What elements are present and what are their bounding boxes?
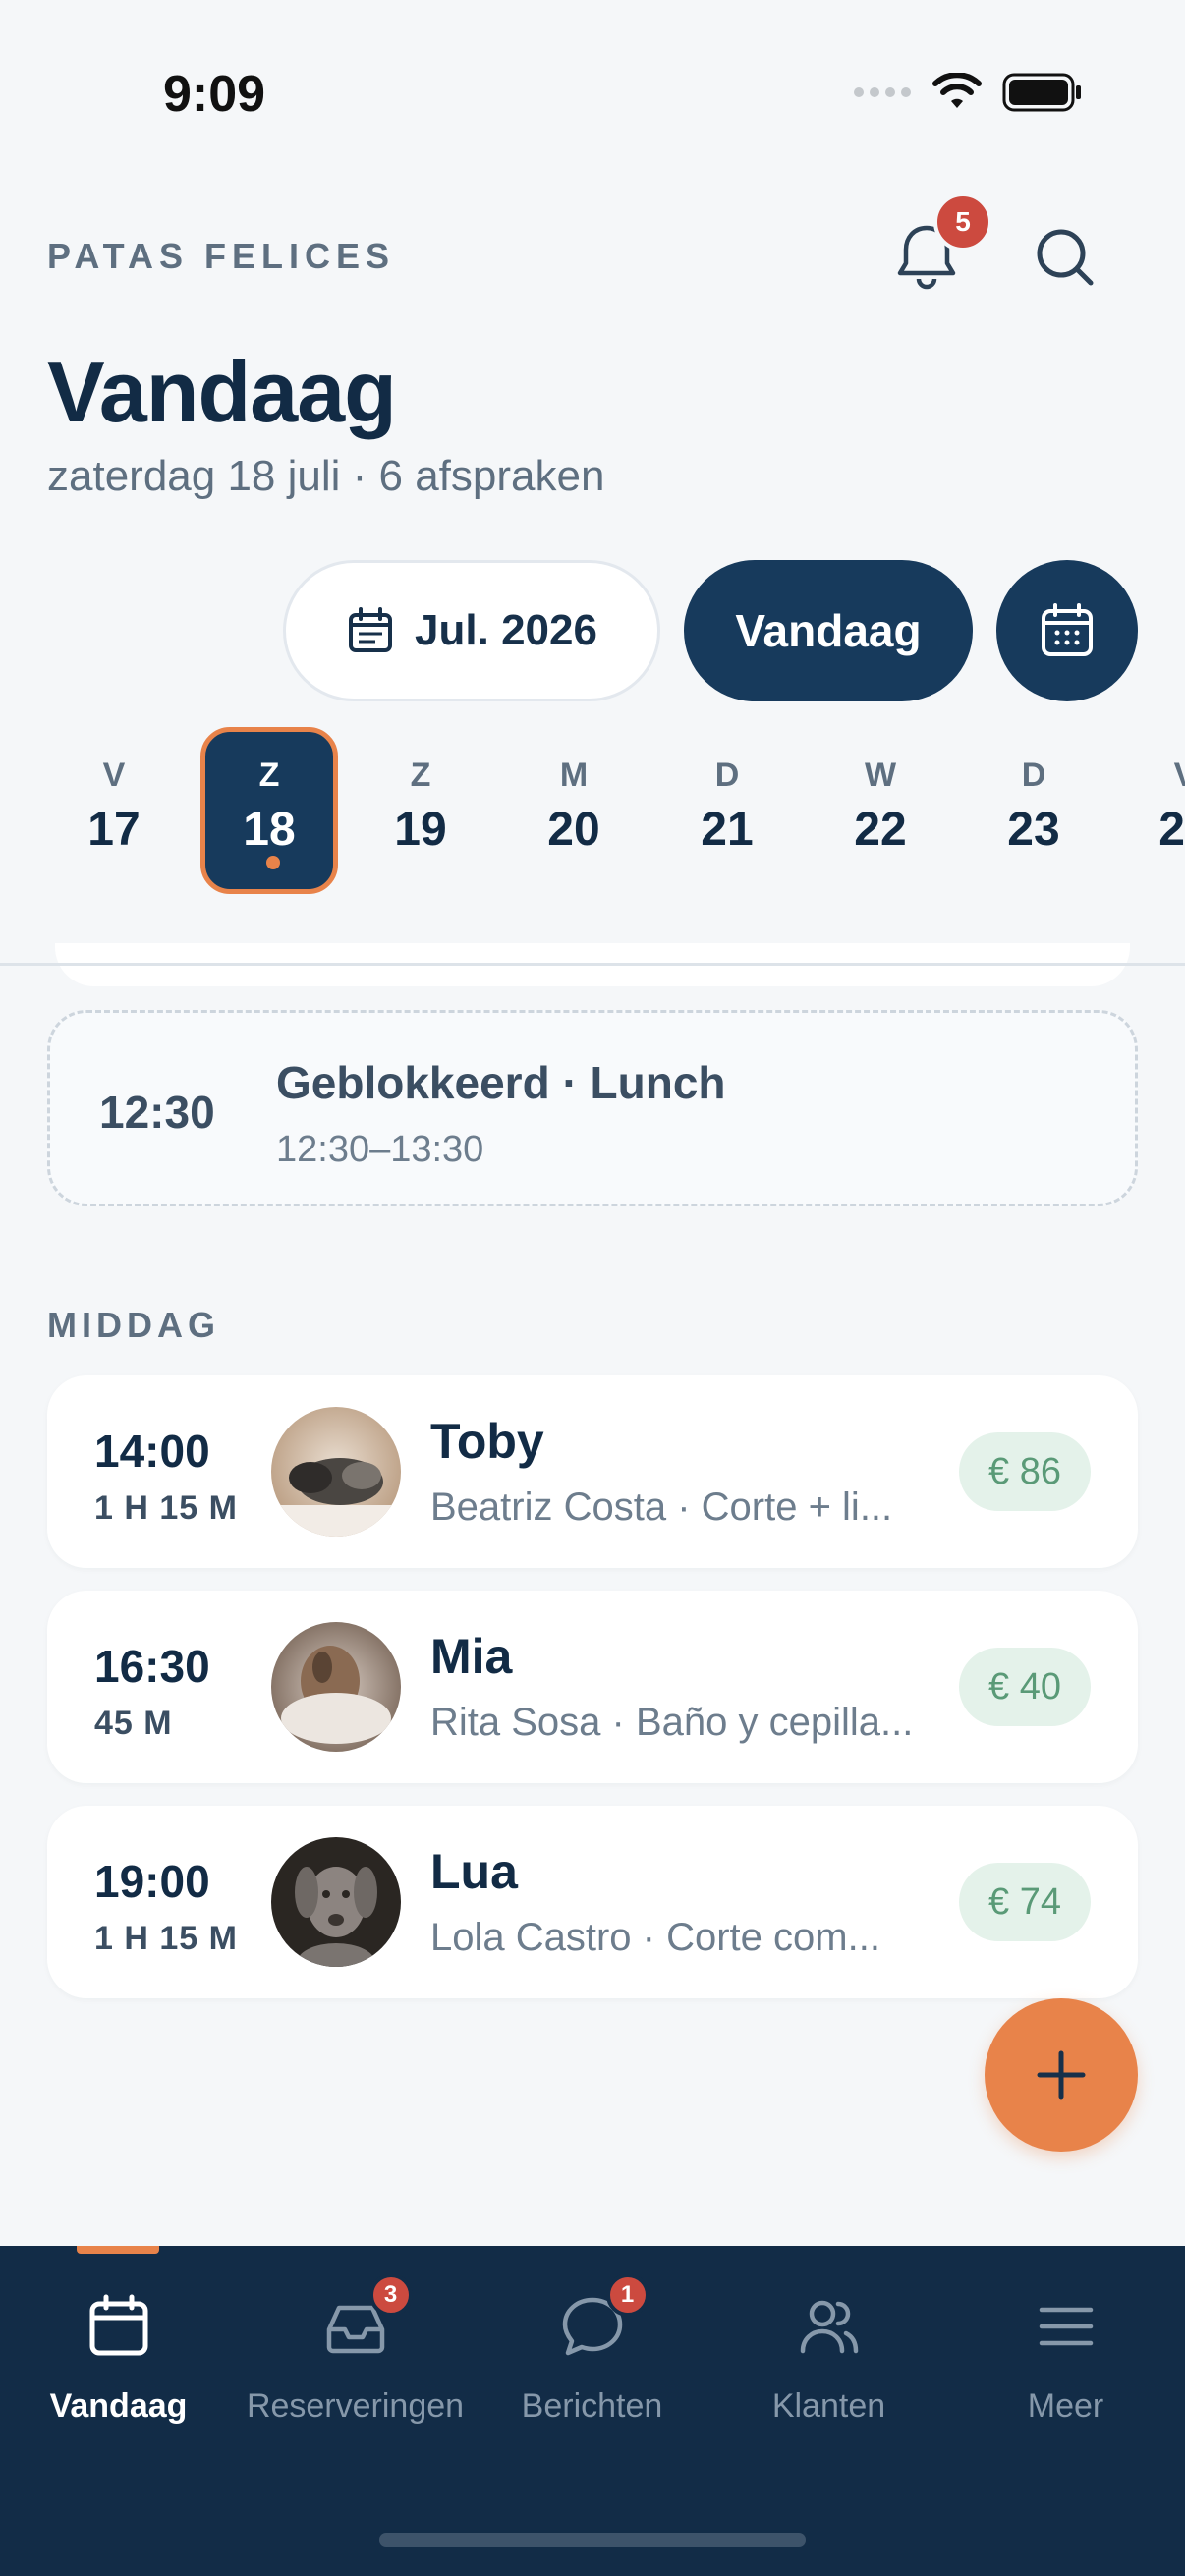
tab-label: Vandaag [49, 2387, 188, 2425]
day-number: 23 [1007, 804, 1060, 856]
appointment-card[interactable]: 16:30 45 M Mia Rita Sosa · Baño y cepill… [47, 1591, 1138, 1783]
blocked-slot-card[interactable]: 12:30 Geblokkeerd · Lunch 12:30–13:30 [47, 1010, 1138, 1206]
calendar-icon [89, 2294, 147, 2356]
tab-meer[interactable]: Meer [947, 2285, 1184, 2426]
day-17[interactable]: V 17 [45, 727, 183, 894]
day-number: 19 [394, 804, 447, 856]
messages-badge: 1 [605, 2273, 649, 2317]
tab-berichten[interactable]: 1 Berichten [474, 2273, 710, 2426]
tab-klanten[interactable]: Klanten [710, 2285, 947, 2426]
day-letter: D [1021, 756, 1046, 794]
appointment-duration: 45 M [94, 1705, 173, 1742]
day-number: 20 [547, 804, 600, 856]
menu-icon [1039, 2307, 1093, 2346]
notification-badge: 5 [933, 193, 992, 252]
blocked-range: 12:30–13:30 [276, 1129, 484, 1170]
appointment-duration: 1 H 15 M [94, 1920, 238, 1957]
page-title: Vandaag [47, 343, 397, 440]
search-icon [1037, 229, 1094, 286]
appointment-card[interactable]: 19:00 1 H 15 M Lua Lola Castro · Corte c… [47, 1806, 1138, 1998]
day-letter: M [559, 756, 589, 794]
signal-icon [854, 87, 911, 97]
tab-vandaag[interactable]: Vandaag [0, 2285, 237, 2426]
tab-bar: Vandaag 3 Reserveringen 1 Berichten Klan… [0, 2246, 1185, 2576]
search-button[interactable] [1026, 218, 1104, 297]
day-letter: D [714, 756, 740, 794]
price-badge: € 40 [959, 1648, 1091, 1726]
today-button[interactable]: Vandaag [684, 560, 973, 701]
day-22[interactable]: W 22 [812, 727, 949, 894]
header-divider [0, 963, 1185, 966]
appointment-duration: 1 H 15 M [94, 1489, 238, 1527]
blocked-time: 12:30 [99, 1087, 215, 1138]
day-19[interactable]: Z 19 [352, 727, 489, 894]
page-subtitle: zaterdag 18 juli · 6 afspraken [47, 452, 605, 500]
brand-name: PATAS FELICES [47, 236, 396, 276]
notifications-button[interactable]: 5 [884, 193, 992, 299]
appointment-time: 16:30 [94, 1641, 210, 1692]
wifi-icon [932, 73, 982, 108]
status-icons [853, 73, 1083, 112]
appointment-detail: Lola Castro · Corte com... [430, 1916, 880, 1959]
month-picker-button[interactable]: Jul. 2026 [283, 560, 660, 701]
day-24[interactable]: V 24 [1116, 727, 1185, 894]
day-letter: Z [258, 756, 280, 794]
day-20[interactable]: M 20 [505, 727, 643, 894]
day-number: 24 [1158, 804, 1185, 856]
pet-avatar [271, 1407, 401, 1537]
day-21[interactable]: D 21 [658, 727, 796, 894]
calendar-grid-icon [1042, 603, 1093, 656]
pet-avatar [271, 1837, 401, 1967]
tab-label: Berichten [521, 2387, 663, 2425]
day-strip-clip: V 24 [1116, 727, 1185, 894]
calendar-view-button[interactable] [996, 560, 1138, 701]
section-label-afternoon: MIDDAG [47, 1305, 220, 1345]
month-label: Jul. 2026 [415, 606, 597, 654]
price-badge: € 74 [959, 1863, 1091, 1941]
reservations-badge: 3 [368, 2273, 413, 2317]
tab-reserveringen[interactable]: 3 Reserveringen [237, 2273, 474, 2426]
day-letter: V [102, 756, 126, 794]
appointments-dot [266, 856, 280, 869]
blocked-title: Geblokkeerd · Lunch [276, 1057, 726, 1108]
day-letter: W [864, 756, 897, 794]
pet-name: Toby [430, 1414, 544, 1469]
day-number: 21 [701, 804, 754, 856]
day-number: 22 [854, 804, 907, 856]
tab-label: Reserveringen [246, 2387, 465, 2425]
day-letter: Z [410, 756, 431, 794]
plus-icon [1037, 2050, 1086, 2100]
home-indicator [379, 2533, 806, 2547]
pet-avatar [271, 1622, 401, 1752]
day-18-selected[interactable]: Z 18 [200, 727, 338, 894]
price-badge: € 86 [959, 1432, 1091, 1511]
appointment-detail: Rita Sosa · Baño y cepilla... [430, 1701, 914, 1744]
add-appointment-button[interactable] [985, 1998, 1138, 2152]
tab-label: Meer [1027, 2387, 1104, 2425]
day-letter: V [1116, 756, 1185, 795]
status-time: 9:09 [163, 66, 266, 123]
appointment-card[interactable]: 14:00 1 H 15 M Toby Beatriz Costa · Cort… [47, 1375, 1138, 1568]
day-number: 18 [243, 804, 296, 856]
appointment-detail: Beatriz Costa · Corte + li... [430, 1485, 893, 1529]
pet-name: Lua [430, 1844, 518, 1899]
pet-name: Mia [430, 1629, 513, 1684]
appointment-time: 19:00 [94, 1856, 210, 1907]
day-23[interactable]: D 23 [965, 727, 1102, 894]
day-number: 17 [87, 804, 141, 856]
users-icon [800, 2300, 858, 2354]
battery-icon [1002, 73, 1081, 112]
tab-label: Klanten [771, 2387, 886, 2425]
appointment-time: 14:00 [94, 1426, 210, 1477]
active-tab-indicator [77, 2246, 159, 2254]
calendar-small-icon [349, 607, 393, 652]
